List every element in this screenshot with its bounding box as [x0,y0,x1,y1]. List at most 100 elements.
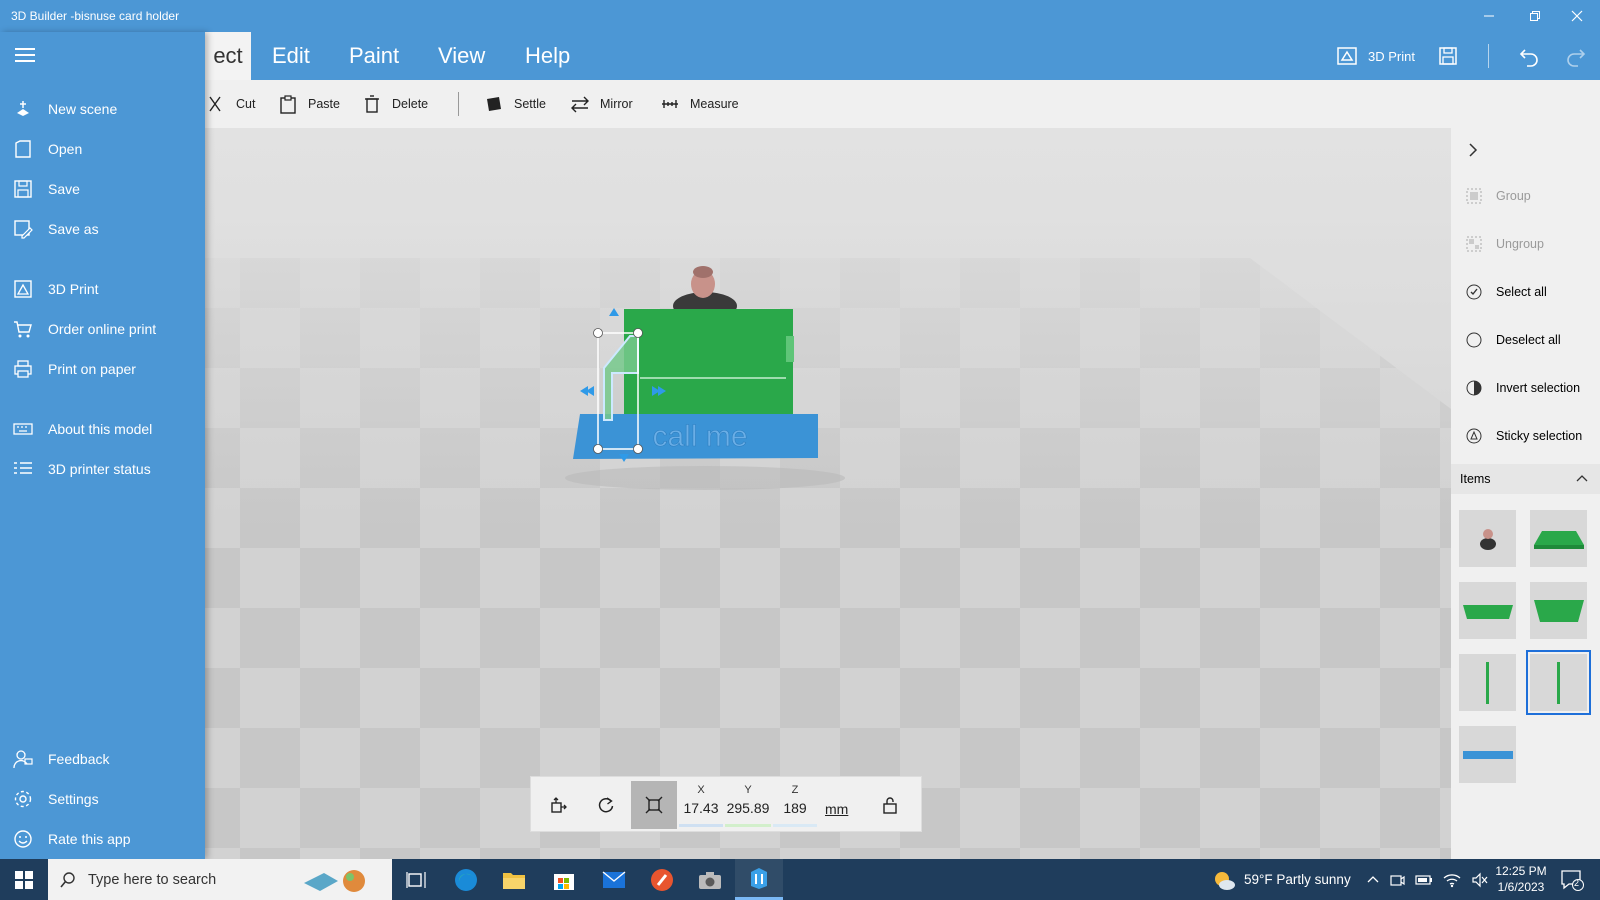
selection-pane: Group Ungroup Select all Deselect all In… [1451,128,1600,859]
3d-builder-icon [751,868,767,889]
item-thumb-green-base[interactable] [1530,510,1587,567]
nav-order-online-print[interactable]: Order online print [0,309,205,349]
search-icon [60,871,75,888]
save-icon [14,180,32,198]
nav-3d-printer-status[interactable]: 3D printer status [0,449,205,489]
deselect-all-button[interactable]: Deselect all [1451,316,1600,364]
taskbar-app-orange[interactable] [638,859,686,900]
taskbar-clock[interactable]: 12:25 PM 1/6/2023 [1488,863,1554,895]
delete-label: Delete [392,97,429,111]
taskbar-3d-builder[interactable] [735,859,783,900]
chevron-up-icon[interactable] [1367,874,1379,886]
x-field[interactable]: X 17.43 [679,781,723,829]
taskbar-file-explorer[interactable] [490,859,538,900]
tab-object[interactable]: ect [205,32,251,80]
redo-button[interactable] [1565,32,1587,80]
mirror-button[interactable]: Mirror [570,80,633,128]
nav-new-scene-label: New scene [48,101,118,117]
notification-center-button[interactable]: 2 [1560,859,1584,900]
unit-selector[interactable]: mm [825,801,848,817]
taskbar-store[interactable] [540,859,588,900]
mirror-icon [571,96,589,113]
rotate-mode-button[interactable] [583,781,629,829]
close-button[interactable] [1554,0,1600,32]
nav-about-this-model[interactable]: About this model [0,409,205,449]
wifi-icon[interactable] [1443,872,1461,888]
collapse-pane-button[interactable] [1463,140,1483,165]
item-thumb-green-strip-2[interactable] [1526,650,1591,715]
task-view-button[interactable] [392,859,440,900]
store-icon [554,873,574,890]
nav-open-label: Open [48,141,83,157]
meet-now-icon[interactable] [1389,872,1405,888]
taskbar-camera[interactable] [686,859,734,900]
select-all-button[interactable]: Select all [1451,268,1600,316]
group-button[interactable]: Group [1451,172,1600,220]
measure-button[interactable]: Measure [660,80,739,128]
invert-selection-icon [1466,380,1482,396]
cut-label: Cut [236,97,256,111]
edge-icon [455,868,477,891]
invert-selection-button[interactable]: Invert selection [1451,364,1600,412]
cut-button[interactable]: Cut [206,80,255,128]
nav-save[interactable]: Save [0,169,205,209]
taskbar-mail[interactable] [590,859,638,900]
hamburger-menu-button[interactable] [15,48,35,64]
items-header[interactable]: Items [1451,464,1600,494]
taskbar-search-box[interactable]: Type here to search [48,859,392,900]
nav-rate-this-app-label: Rate this app [48,831,131,847]
nav-print-on-paper[interactable]: Print on paper [0,349,205,389]
item-thumb-green-panel-1[interactable] [1459,582,1516,639]
start-button[interactable] [0,859,48,900]
item-thumb-figurine[interactable] [1459,510,1516,567]
nav-settings[interactable]: Settings [0,779,205,819]
file-menu-pane: New scene Open Save Save as 3D Print Ord… [0,32,205,859]
green-strip-thumbnail [1485,661,1489,704]
volume-muted-icon[interactable] [1471,872,1489,888]
sticky-selection-button[interactable]: Sticky selection [1451,412,1600,460]
nav-open[interactable]: Open [0,129,205,169]
paste-button[interactable]: Paste [278,80,340,128]
restore-button[interactable] [1512,0,1558,32]
undo-button[interactable] [1518,32,1540,80]
move-mode-button[interactable] [535,781,581,829]
item-thumb-green-strip-1[interactable] [1459,654,1516,711]
3d-viewport[interactable]: call me X 17.43 Y 295.89 Z 189 mm [0,128,1451,859]
deselect-all-icon [1466,332,1482,348]
nav-feedback[interactable]: Feedback [0,739,205,779]
top-3d-print-button[interactable]: 3D Print [1336,32,1415,80]
top-save-button[interactable] [1437,32,1459,80]
nav-rate-this-app[interactable]: Rate this app [0,819,205,859]
item-thumb-blue-base[interactable] [1459,726,1516,783]
z-field[interactable]: Z 189 [773,781,817,829]
weather-widget[interactable]: 59°F Partly sunny [1212,859,1351,900]
tab-edit[interactable]: Edit [254,32,328,80]
green-side-highlight [786,336,794,362]
ungroup-button[interactable]: Ungroup [1451,220,1600,268]
tab-help[interactable]: Help [507,32,588,80]
tab-view[interactable]: View [420,32,503,80]
minimize-button[interactable] [1466,0,1512,32]
settle-icon [487,97,501,111]
delete-button[interactable]: Delete [362,80,428,128]
nav-3d-print[interactable]: 3D Print [0,269,205,309]
save-icon [1439,47,1457,65]
nav-3d-printer-status-label: 3D printer status [48,461,151,477]
taskbar-edge[interactable] [442,859,490,900]
nav-3d-print-label: 3D Print [48,281,99,297]
new-scene-icon [17,101,29,116]
tab-paint[interactable]: Paint [331,32,417,80]
nav-save-as[interactable]: Save as [0,209,205,249]
nav-new-scene[interactable]: New scene [0,89,205,129]
settle-button[interactable]: Settle [484,80,546,128]
model-shadow [565,466,845,490]
scale-mode-button[interactable] [631,781,677,829]
item-thumb-green-panel-2[interactable] [1530,582,1587,639]
ungroup-label: Ungroup [1496,237,1544,251]
y-field[interactable]: Y 295.89 [725,781,771,829]
battery-icon[interactable] [1415,873,1433,887]
folder-icon [503,872,525,889]
rotate-icon [598,797,614,813]
notification-count: 2 [1574,878,1580,888]
lock-button[interactable] [867,781,913,829]
